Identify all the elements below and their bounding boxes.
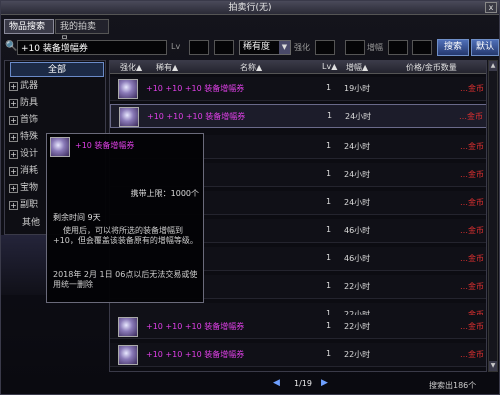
- level-label: Lv: [171, 42, 181, 51]
- plus-icon: +: [9, 82, 18, 91]
- item-time-left: 24小时: [344, 170, 371, 179]
- scroll-down-icon[interactable]: ▼: [489, 361, 497, 371]
- search-button[interactable]: 搜索: [437, 39, 469, 56]
- sort-price[interactable]: 价格/金币数量: [406, 62, 457, 73]
- item-time-left: 22小时: [344, 322, 371, 331]
- item-time-left: 24小时: [345, 112, 372, 121]
- tooltip-remaining-time: 剩余时间 9天: [53, 213, 101, 222]
- scroll-up-icon[interactable]: ▲: [489, 61, 497, 71]
- item-thumbnail: [118, 345, 138, 365]
- level-max-input[interactable]: [214, 40, 234, 55]
- item-name: +10 +10 +10 装备增幅券: [146, 322, 245, 331]
- item-price: …金币: [460, 84, 484, 93]
- tooltip-carry-limit: 携带上限：1000个: [130, 189, 199, 198]
- page-number: 1/19: [294, 379, 312, 388]
- tooltip-expiry: 2018年 2月 1日 06点以后无法交易或使用统一删除: [53, 270, 198, 289]
- pagination: ◀ 1/19 ▶: [271, 377, 331, 391]
- item-name: +10 +10 +10 装备增幅券: [146, 84, 245, 93]
- item-price: …金币: [460, 142, 484, 151]
- background-scene: [1, 235, 47, 295]
- item-quantity: 1: [326, 225, 332, 234]
- list-scrollbar[interactable]: ▲ ▼: [488, 60, 498, 372]
- table-row[interactable]: +10 +10 +10 装备增幅券 1 24小时 …金币: [110, 104, 486, 128]
- item-time-left: 46小时: [344, 226, 371, 235]
- plus-icon: +: [9, 201, 18, 210]
- close-icon[interactable]: x: [485, 2, 497, 13]
- item-price: …金币: [460, 282, 484, 291]
- window-title: 拍卖行(无): [228, 3, 272, 13]
- item-price: …金币: [459, 112, 483, 121]
- rarity-select[interactable]: 稀有度 ▼: [239, 40, 291, 55]
- search-icon: 🔍: [5, 41, 18, 52]
- sort-name[interactable]: 名称▲: [240, 62, 262, 73]
- plus-icon: +: [9, 167, 18, 176]
- table-row[interactable]: +10 +10 +10 装备增幅券 1 22小时 …金币: [110, 343, 486, 367]
- sort-increase[interactable]: 增幅▲: [346, 62, 368, 73]
- item-time-left: 24小时: [344, 198, 371, 207]
- plus-icon: +: [9, 99, 18, 108]
- prev-page-icon[interactable]: ◀: [273, 378, 280, 388]
- item-thumbnail: [119, 107, 139, 127]
- table-row[interactable]: +10 +10 +10 装备增幅券 1 22小时 …金币: [110, 315, 486, 339]
- increase-max-input[interactable]: [412, 40, 432, 55]
- enhance-max-input[interactable]: [345, 40, 365, 55]
- sort-enhance[interactable]: 强化▲: [120, 62, 142, 73]
- tab-my-auctions[interactable]: 我的拍卖品: [55, 19, 109, 46]
- tooltip-item-name: +10 装备增幅券: [75, 141, 135, 150]
- item-quantity: 1: [326, 83, 332, 92]
- item-price: …金币: [460, 170, 484, 179]
- level-min-input[interactable]: [189, 40, 209, 55]
- item-time-left: 24小时: [344, 142, 371, 151]
- plus-icon: +: [9, 116, 18, 125]
- increase-label: 增幅: [367, 43, 383, 52]
- chevron-down-icon: ▼: [279, 41, 290, 54]
- sort-rarity[interactable]: 稀有▲: [156, 62, 178, 73]
- tooltip-description: 使用后，可以将所选的装备增幅到+10，但会覆盖该装备原有的增幅等级。: [53, 226, 198, 245]
- enhance-label: 强化: [294, 43, 310, 52]
- item-quantity: 1: [326, 349, 332, 358]
- item-time-left: 46小时: [344, 254, 371, 263]
- item-time-left: 19小时: [344, 84, 371, 93]
- item-price: …金币: [460, 198, 484, 207]
- item-quantity: 1: [326, 169, 332, 178]
- sort-level[interactable]: Lv▲: [322, 62, 337, 71]
- item-quantity: 1: [326, 197, 332, 206]
- item-price: …金币: [460, 350, 484, 359]
- search-bar: 🔍 Lv 稀有度 ▼ 强化 增幅 搜索 默认: [1, 38, 500, 58]
- item-quantity: 1: [326, 141, 332, 150]
- item-price: …金币: [460, 254, 484, 263]
- item-thumbnail: [118, 79, 138, 99]
- item-thumbnail: [118, 317, 138, 337]
- category-weapon[interactable]: + 武器: [9, 79, 105, 94]
- plus-icon: +: [9, 184, 18, 193]
- category-accessory[interactable]: + 首饰: [9, 113, 105, 128]
- tab-item-search[interactable]: 物品搜索: [4, 19, 54, 34]
- category-all[interactable]: 全部: [10, 62, 104, 77]
- auction-window: 拍卖行(无) x 物品搜索 我的拍卖品 🔍 Lv 稀有度 ▼ 强化 增幅 搜索 …: [0, 0, 500, 395]
- plus-icon: +: [9, 150, 18, 159]
- next-page-icon[interactable]: ▶: [321, 378, 328, 388]
- item-quantity: 1: [326, 253, 332, 262]
- default-button[interactable]: 默认: [471, 39, 499, 56]
- search-input[interactable]: [17, 40, 167, 55]
- ticket-icon: [50, 137, 70, 157]
- item-price: …金币: [460, 322, 484, 331]
- plus-icon: +: [9, 133, 18, 142]
- item-quantity: 1: [326, 321, 332, 330]
- table-header: 强化▲ 稀有▲ 名称▲ Lv▲ 增幅▲ 价格/金币数量: [110, 61, 486, 74]
- item-time-left: 22小时: [344, 282, 371, 291]
- category-armor[interactable]: + 防具: [9, 96, 105, 111]
- item-name: +10 +10 +10 装备增幅券: [146, 350, 245, 359]
- item-name: +10 +10 +10 装备增幅券: [147, 112, 246, 121]
- item-price: …金币: [460, 226, 484, 235]
- item-quantity: 1: [327, 111, 333, 120]
- result-count: 搜索出186个: [429, 381, 477, 390]
- table-row[interactable]: +10 +10 +10 装备增幅券 1 19小时 …金币: [110, 77, 486, 101]
- item-time-left: 22小时: [344, 350, 371, 359]
- title-bar[interactable]: 拍卖行(无) x: [1, 1, 499, 15]
- enhance-min-input[interactable]: [315, 40, 335, 55]
- item-quantity: 1: [326, 281, 332, 290]
- item-tooltip: +10 装备增幅券 携带上限：1000个 剩余时间 9天 使用后，可以将所选的装…: [46, 133, 204, 303]
- increase-min-input[interactable]: [388, 40, 408, 55]
